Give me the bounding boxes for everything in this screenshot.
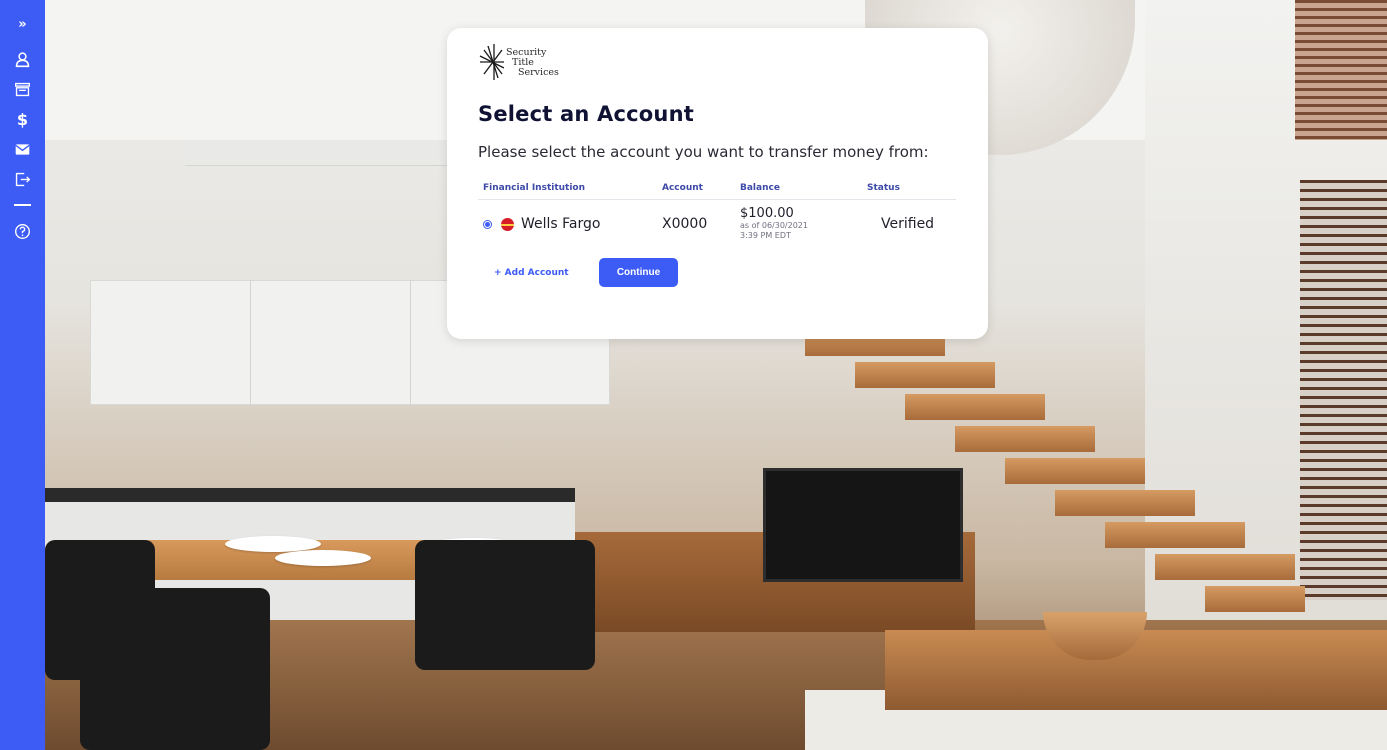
column-header-balance: Balance bbox=[740, 183, 867, 200]
stair-step bbox=[1105, 522, 1245, 548]
select-account-modal: Security Title Services Select an Accoun… bbox=[447, 28, 988, 339]
account-number: X0000 bbox=[662, 216, 708, 232]
stair-step bbox=[855, 362, 995, 388]
institution-cell: Wells Fargo bbox=[478, 200, 662, 242]
institution-name: Wells Fargo bbox=[521, 216, 601, 232]
add-account-button[interactable]: + Add Account bbox=[478, 268, 599, 278]
dollar-icon: $ bbox=[16, 109, 29, 129]
user-icon bbox=[15, 51, 30, 67]
bank-button[interactable] bbox=[0, 74, 45, 104]
window-blinds-top bbox=[1295, 0, 1387, 140]
plate bbox=[275, 550, 371, 566]
envelope-icon bbox=[15, 143, 30, 155]
balance-time: 3:39 PM EDT bbox=[740, 231, 791, 240]
television bbox=[763, 468, 963, 582]
modal-actions: + Add Account Continue bbox=[478, 258, 957, 287]
bank-icon bbox=[15, 82, 30, 96]
column-header-status: Status bbox=[867, 183, 956, 200]
help-icon bbox=[15, 223, 30, 239]
double-chevron-right-icon: » bbox=[18, 16, 27, 32]
wells-fargo-logo-icon bbox=[501, 217, 514, 231]
page-subtitle: Please select the account you want to tr… bbox=[478, 143, 929, 161]
stair-step bbox=[1155, 554, 1295, 580]
stair-step bbox=[1055, 490, 1195, 516]
logo-wordmark: Security Title Services bbox=[506, 48, 559, 78]
logout-icon bbox=[15, 172, 31, 186]
stair-step bbox=[1005, 458, 1145, 484]
help-button[interactable] bbox=[0, 216, 45, 246]
kitchen-counter bbox=[45, 488, 575, 502]
company-logo: Security Title Services bbox=[478, 42, 957, 98]
stair-step bbox=[905, 394, 1045, 420]
sidebar: » $ bbox=[0, 0, 45, 750]
table-row[interactable]: Wells Fargo X0000 $100.00 as of 06/30/20… bbox=[478, 200, 956, 242]
stair-step bbox=[1205, 586, 1305, 612]
account-radio-button[interactable] bbox=[483, 219, 492, 229]
continue-button[interactable]: Continue bbox=[599, 258, 678, 287]
status-badge: Verified bbox=[881, 216, 935, 232]
stair-step bbox=[955, 426, 1095, 452]
balance-date: as of 06/30/2021 bbox=[740, 221, 808, 230]
cabinet-divider bbox=[410, 280, 411, 405]
logout-button[interactable] bbox=[0, 164, 45, 194]
profile-button[interactable] bbox=[0, 44, 45, 74]
messages-button[interactable] bbox=[0, 134, 45, 164]
balance-cell: $100.00 as of 06/30/2021 3:39 PM EDT bbox=[740, 200, 867, 242]
table-header-row: Financial Institution Account Balance St… bbox=[478, 183, 956, 200]
cabinet-divider bbox=[250, 280, 251, 405]
starburst-logo-icon bbox=[479, 44, 504, 80]
chair bbox=[45, 540, 155, 680]
expand-sidebar-button[interactable]: » bbox=[0, 12, 45, 36]
balance-amount: $100.00 bbox=[740, 206, 794, 221]
logo-line-3: Services bbox=[518, 67, 559, 78]
column-header-account: Account bbox=[662, 183, 740, 200]
sidebar-divider bbox=[14, 204, 31, 206]
payments-button[interactable]: $ bbox=[0, 104, 45, 134]
accounts-table: Financial Institution Account Balance St… bbox=[478, 183, 956, 241]
column-header-institution: Financial Institution bbox=[478, 183, 662, 200]
chair bbox=[415, 540, 595, 670]
page-title: Select an Account bbox=[478, 102, 694, 126]
window-blinds bbox=[1300, 180, 1387, 600]
